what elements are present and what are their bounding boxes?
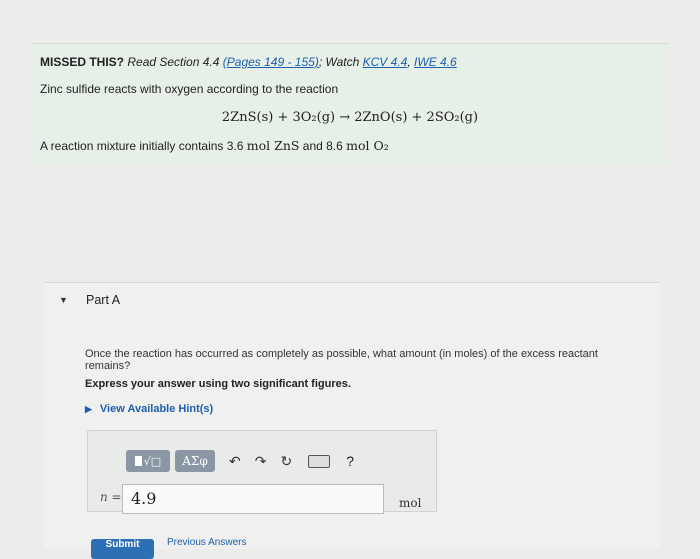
templates-button[interactable]: √□ (126, 450, 170, 472)
unit-label: mol (399, 496, 422, 510)
keyboard-icon[interactable] (308, 454, 331, 468)
read-section-text: Read Section 4.4 (127, 55, 220, 69)
part-title: Part A (86, 293, 121, 307)
math-toolbar: √□ ΑΣφ ↶ ↷ ↻ ? (126, 449, 354, 473)
mixture-unit-o2: mol O₂ (346, 138, 389, 153)
mixture-statement: A reaction mixture initially contains 3.… (40, 138, 389, 153)
mixture-text: A reaction mixture initially contains 3.… (40, 139, 244, 153)
expand-triangle-icon: ▶ (85, 404, 92, 414)
reaction-statement: Zinc sulfide reacts with oxygen accordin… (40, 82, 339, 96)
redo-icon[interactable]: ↷ (255, 453, 267, 470)
hint-link[interactable]: ▶ View Available Hint(s) (85, 403, 213, 415)
reaction-equation: 2ZnS(s) + 3O₂(g) → 2ZnO(s) + 2SO₂(g) (221, 110, 479, 125)
question-text: Once the reaction has occurred as comple… (85, 348, 598, 372)
kcv-link[interactable]: KCV 4.4 (363, 55, 408, 69)
hint-link-label: View Available Hint(s) (99, 403, 214, 415)
part-a-panel: ▼ Part A Once the reaction has occurred … (44, 282, 660, 559)
reset-icon[interactable]: ↻ (280, 453, 292, 470)
help-button[interactable]: ? (346, 453, 354, 469)
instruction-text: Express your answer using two significan… (85, 378, 351, 390)
intro-panel: MISSED THIS? Read Section 4.4 (Pages 149… (32, 43, 668, 163)
previous-answers-link[interactable]: Previous Answers (167, 537, 246, 548)
collapse-caret-icon[interactable]: ▼ (59, 295, 68, 305)
mixture-and: and 8.6 (302, 139, 343, 153)
submit-button[interactable]: Submit (91, 539, 154, 559)
iwe-link[interactable]: IWE 4.6 (414, 55, 457, 69)
watch-label: ; Watch (318, 55, 360, 69)
variable-label: n = (100, 490, 122, 504)
answer-box: √□ ΑΣφ ↶ ↷ ↻ ? n = 4.9 (87, 430, 437, 514)
radical-icon: √□ (143, 454, 162, 468)
mixture-unit-zns: mol ZnS (246, 138, 300, 153)
missed-this-label: MISSED THIS? (40, 55, 125, 69)
missed-this-line: MISSED THIS? Read Section 4.4 (Pages 149… (40, 55, 457, 69)
undo-icon[interactable]: ↶ (229, 453, 241, 470)
answer-input[interactable]: 4.9 (122, 484, 384, 514)
greek-symbols-button[interactable]: ΑΣφ (175, 450, 215, 472)
pages-link[interactable]: (Pages 149 - 155) (223, 55, 319, 69)
